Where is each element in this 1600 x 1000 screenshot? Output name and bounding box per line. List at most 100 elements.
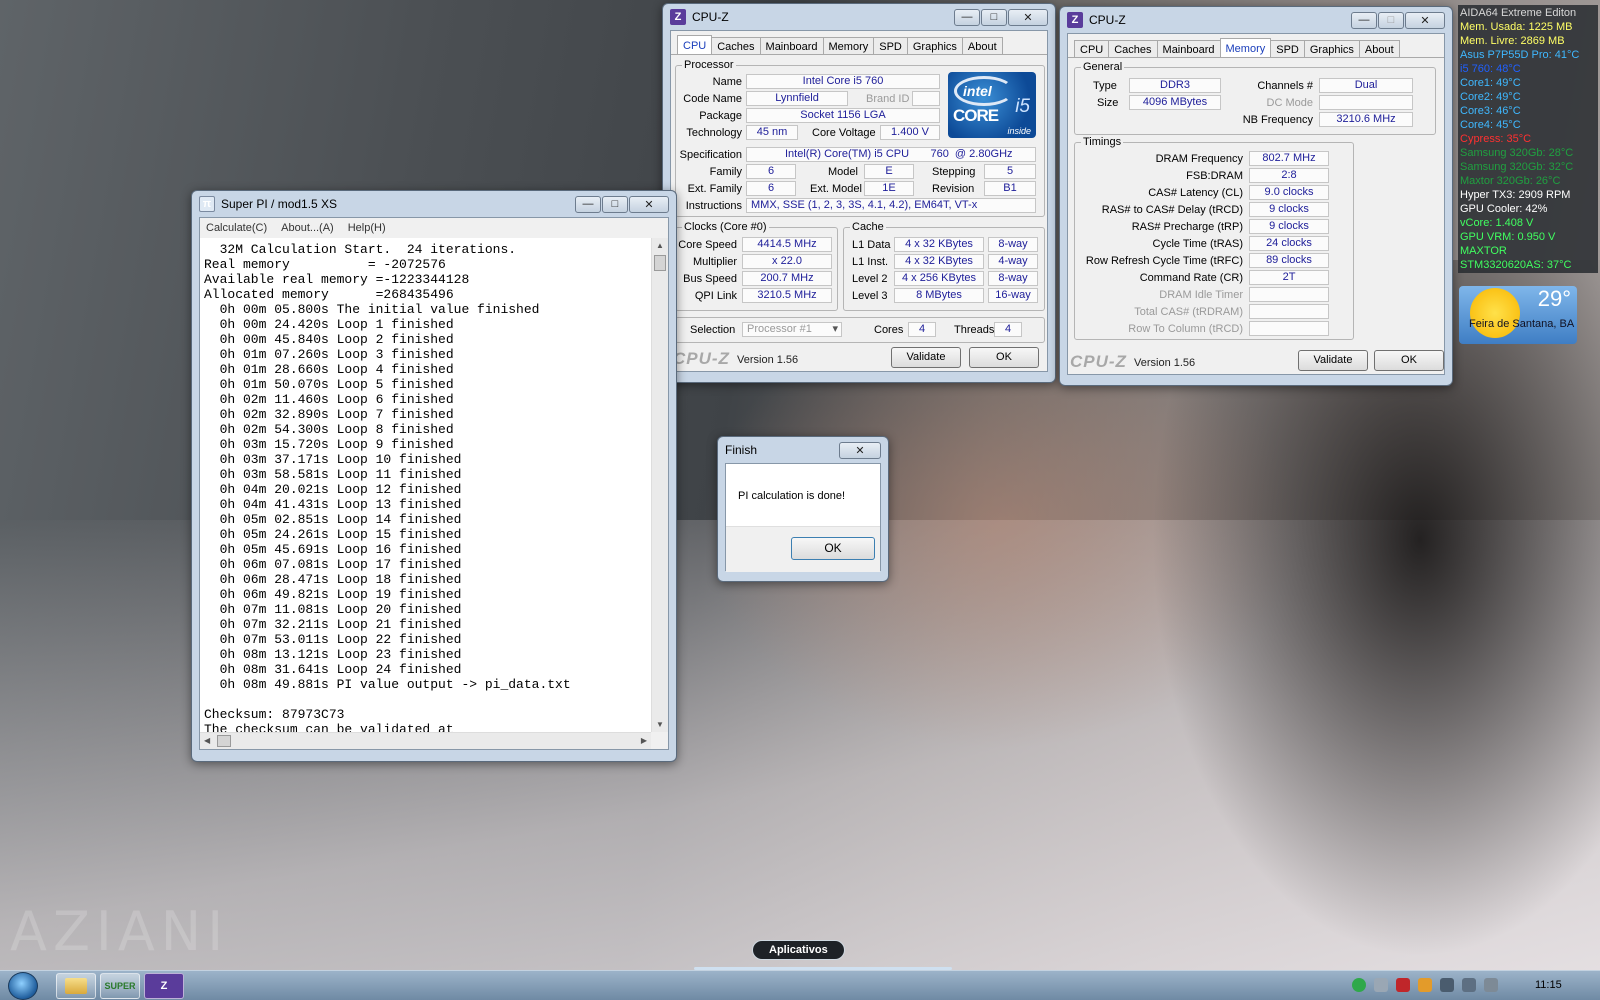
tab-about[interactable]: About bbox=[1358, 40, 1400, 57]
menu-help[interactable]: Help(H) bbox=[348, 222, 386, 234]
scroll-thumb[interactable] bbox=[654, 255, 666, 271]
close-button[interactable]: ✕ bbox=[839, 441, 881, 459]
level3-assoc: 16-way bbox=[988, 288, 1038, 303]
dramfreq-label: DRAM Frequency bbox=[1155, 153, 1243, 165]
tab-cpu[interactable]: CPU bbox=[1074, 40, 1110, 57]
ok-button[interactable]: OK bbox=[969, 347, 1039, 368]
ok-button[interactable]: OK bbox=[791, 537, 875, 560]
output-line: 0h 02m 32.890s Loop 7 finished bbox=[204, 407, 454, 422]
validate-button[interactable]: Validate bbox=[891, 347, 961, 368]
stepping-value: 5 bbox=[984, 164, 1036, 179]
taskbar-clock[interactable]: 11:15 bbox=[1535, 979, 1562, 991]
channels-value: Dual bbox=[1319, 78, 1413, 93]
intel-brand: intel bbox=[963, 83, 992, 99]
weather-gadget[interactable]: 29° Feira de Santana, BA bbox=[1459, 286, 1577, 344]
output-line: 0h 05m 24.261s Loop 15 finished bbox=[204, 527, 462, 542]
level3-label: Level 3 bbox=[852, 290, 888, 302]
horizontal-scrollbar[interactable]: ◀ ▶ bbox=[200, 732, 651, 749]
output-textarea[interactable]: 32M Calculation Start. 24 iterations. Rea… bbox=[200, 238, 651, 732]
tab-memory[interactable]: Memory bbox=[822, 37, 875, 54]
corevoltage-label: Core Voltage bbox=[812, 127, 876, 139]
maximize-button[interactable]: □ bbox=[981, 8, 1007, 26]
tray-display-icon[interactable] bbox=[1462, 978, 1476, 992]
timings-group: Timings DRAM Frequency 802.7 MHz FSB:DRA… bbox=[1074, 136, 1354, 340]
family-label: Family bbox=[709, 166, 742, 178]
taskbar-explorer-button[interactable] bbox=[56, 973, 96, 999]
pi-app-icon: π bbox=[199, 196, 215, 212]
scroll-right-icon[interactable]: ▶ bbox=[641, 736, 647, 745]
tray-network-icon[interactable] bbox=[1352, 978, 1366, 992]
output-line: 32M Calculation Start. 24 iterations. bbox=[204, 242, 517, 257]
scroll-thumb[interactable] bbox=[217, 735, 231, 747]
tab-mainboard[interactable]: Mainboard bbox=[1156, 40, 1221, 57]
tab-spd[interactable]: SPD bbox=[873, 37, 908, 54]
tab-caches[interactable]: Caches bbox=[711, 37, 761, 54]
taskbar-cpuz-button[interactable]: Z bbox=[144, 973, 184, 999]
busspeed-value: 200.7 MHz bbox=[742, 271, 832, 286]
processor-select[interactable]: Processor #1 ▾ bbox=[742, 322, 842, 337]
vertical-scrollbar[interactable]: ▲ ▼ bbox=[651, 238, 668, 732]
cache-group: Cache L1 Data 4 x 32 KBytes 8-way L1 Ins… bbox=[843, 221, 1045, 311]
close-button[interactable]: ✕ bbox=[1008, 8, 1048, 26]
titlebar[interactable]: Z CPU-Z — □ ✕ bbox=[670, 4, 1048, 30]
intel-core-i5-logo: intel i5 CORE inside bbox=[948, 72, 1036, 138]
tray-security-icon[interactable] bbox=[1440, 978, 1454, 992]
validate-button[interactable]: Validate bbox=[1298, 350, 1368, 371]
output-line: 0h 07m 11.081s Loop 20 finished bbox=[204, 602, 462, 617]
tab-memory[interactable]: Memory bbox=[1219, 38, 1272, 57]
tab-cpu[interactable]: CPU bbox=[677, 35, 713, 54]
close-button[interactable]: ✕ bbox=[629, 195, 669, 213]
finish-dialog[interactable]: Finish ✕ PI calculation is done! OK bbox=[717, 436, 889, 582]
minimize-button[interactable]: — bbox=[1351, 11, 1377, 29]
tab-mainboard[interactable]: Mainboard bbox=[759, 37, 824, 54]
stepping-label: Stepping bbox=[932, 166, 976, 178]
ok-button[interactable]: OK bbox=[1374, 350, 1444, 371]
codename-label: Code Name bbox=[683, 93, 742, 105]
tray-arrow-icon[interactable] bbox=[1374, 978, 1388, 992]
menu-about[interactable]: About...(A) bbox=[281, 222, 334, 234]
output-line: 0h 03m 15.720s Loop 9 finished bbox=[204, 437, 454, 452]
spec-value: Intel(R) Core(TM) i5 CPU 760 @ 2.80GHz bbox=[746, 147, 1036, 162]
menu-calculate[interactable]: Calculate(C) bbox=[206, 222, 267, 234]
busspeed-label: Bus Speed bbox=[683, 273, 737, 285]
group-label: Processor bbox=[682, 59, 736, 71]
row-to-column-value bbox=[1249, 321, 1329, 336]
minimize-button[interactable]: — bbox=[575, 195, 601, 213]
tray-aida-icon[interactable] bbox=[1396, 978, 1410, 992]
group-label: Clocks (Core #0) bbox=[682, 221, 769, 233]
tab-spd[interactable]: SPD bbox=[1270, 40, 1305, 57]
close-button[interactable]: ✕ bbox=[1405, 11, 1445, 29]
cpuz-app-icon: Z bbox=[1067, 12, 1083, 28]
tray-app-icon[interactable] bbox=[1418, 978, 1432, 992]
cpuz-memory-window[interactable]: Z CPU-Z — □ ✕ CPU Caches Mainboard Memor… bbox=[1059, 6, 1453, 386]
scroll-left-icon[interactable]: ◀ bbox=[204, 736, 210, 745]
nbfreq-label: NB Frequency bbox=[1242, 114, 1313, 126]
titlebar[interactable]: Finish ✕ bbox=[725, 437, 881, 463]
minimize-button[interactable]: — bbox=[954, 8, 980, 26]
tab-graphics[interactable]: Graphics bbox=[906, 37, 963, 54]
titlebar[interactable]: Z CPU-Z — □ ✕ bbox=[1067, 7, 1445, 33]
taskbar-superpi-button[interactable]: SUPER bbox=[100, 973, 140, 999]
multiplier-label: Multiplier bbox=[692, 256, 737, 268]
scroll-up-icon[interactable]: ▲ bbox=[656, 241, 664, 250]
output-line: 0h 01m 28.660s Loop 4 finished bbox=[204, 362, 454, 377]
size-value: 4096 MBytes bbox=[1129, 95, 1221, 110]
maximize-button[interactable]: □ bbox=[1378, 11, 1404, 29]
chevron-down-icon: ▾ bbox=[832, 323, 838, 335]
maximize-button[interactable]: □ bbox=[602, 195, 628, 213]
trdram-label: Total CAS# (tRDRAM) bbox=[1134, 306, 1243, 318]
tab-caches[interactable]: Caches bbox=[1108, 40, 1158, 57]
start-button[interactable] bbox=[8, 972, 38, 1000]
folder-icon bbox=[65, 978, 87, 994]
l1inst-assoc: 4-way bbox=[988, 254, 1038, 269]
tray-volume-icon[interactable] bbox=[1484, 978, 1498, 992]
scroll-down-icon[interactable]: ▼ bbox=[656, 720, 664, 729]
l1inst-label: L1 Inst. bbox=[852, 256, 889, 268]
superpi-window[interactable]: π Super PI / mod1.5 XS — □ ✕ Calculate(C… bbox=[191, 190, 677, 762]
type-value: DDR3 bbox=[1129, 78, 1221, 93]
trfc-label: Row Refresh Cycle Time (tRFC) bbox=[1085, 255, 1243, 267]
tab-graphics[interactable]: Graphics bbox=[1303, 40, 1360, 57]
cpuz-cpu-window[interactable]: Z CPU-Z — □ ✕ CPU Caches Mainboard Memor… bbox=[662, 3, 1056, 383]
tab-about[interactable]: About bbox=[961, 37, 1003, 54]
titlebar[interactable]: π Super PI / mod1.5 XS — □ ✕ bbox=[199, 191, 669, 217]
